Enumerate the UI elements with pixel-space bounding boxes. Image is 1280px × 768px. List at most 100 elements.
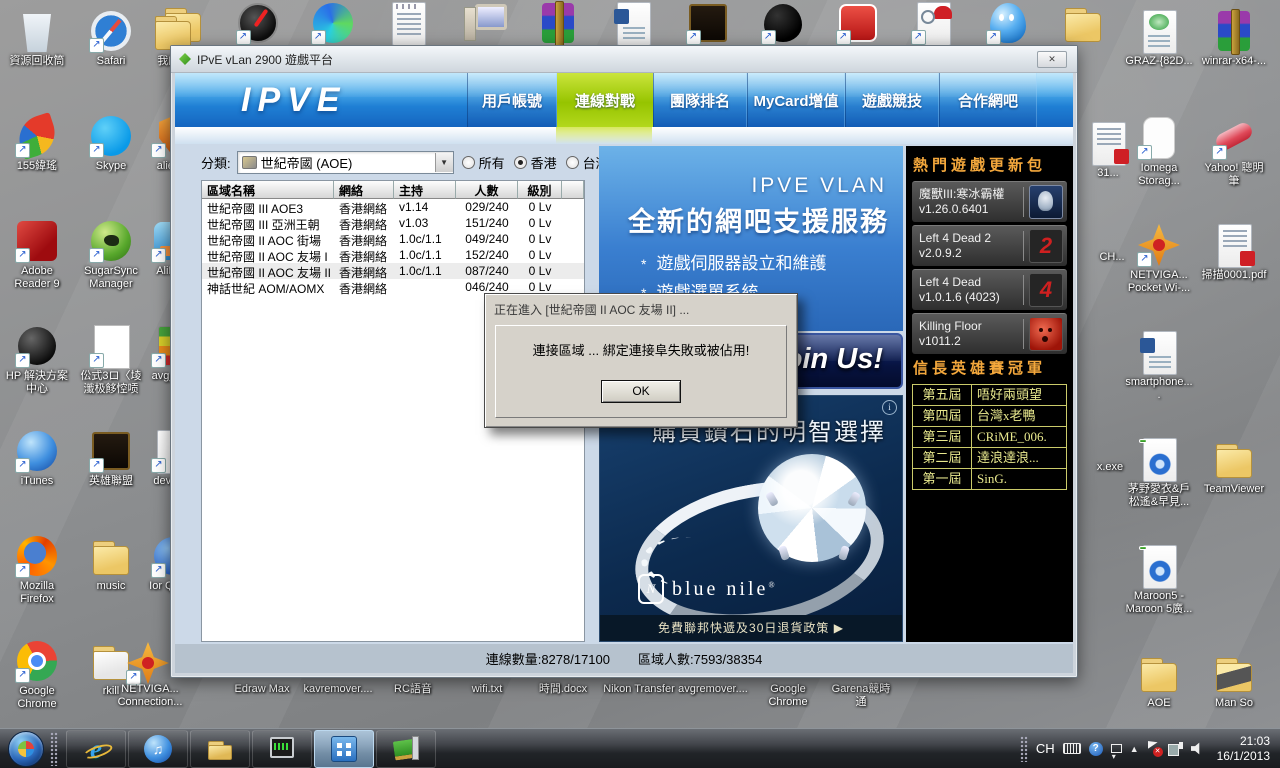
- desktop-icon[interactable]: iTunes: [2, 428, 72, 488]
- desktop-icon[interactable]: 掃描0001.pdf: [1199, 222, 1269, 282]
- desktop-icon[interactable]: 155緯瑤: [2, 113, 72, 173]
- tab-3[interactable]: 團隊排名: [653, 73, 747, 127]
- ranking-row: 第一屆SinG.: [913, 469, 1066, 489]
- desktop-icon-label: HP 解決方案 中心: [2, 370, 72, 396]
- desktop-icon[interactable]: TeamViewer: [1199, 436, 1269, 496]
- action-center-flag-icon[interactable]: [1147, 741, 1160, 756]
- taskbar-button[interactable]: [66, 730, 126, 768]
- desktop-icon[interactable]: GRAZ-{82D...: [1124, 8, 1194, 68]
- region-radio-label[interactable]: 香港: [531, 153, 557, 172]
- ad-footer-link[interactable]: 免費聯邦快遞及30日退貨政策 ▶: [600, 615, 902, 641]
- region-radio[interactable]: [566, 156, 579, 169]
- close-button[interactable]: ✕: [1037, 51, 1067, 68]
- server-row[interactable]: 世紀帝國 III 亞洲王朝香港網絡v1.03151/2400 Lv: [202, 215, 584, 231]
- ok-button[interactable]: OK: [601, 380, 681, 403]
- region-radio-label[interactable]: 所有: [479, 153, 505, 172]
- start-button[interactable]: [8, 731, 44, 767]
- column-header[interactable]: 區域名稱: [202, 181, 334, 199]
- taskbar-button[interactable]: [190, 730, 250, 768]
- server-cell: 世紀帝國 II AOC 友場 I: [202, 247, 334, 263]
- category-dropdown[interactable]: 世紀帝國 (AOE) ▼: [237, 151, 454, 174]
- server-row[interactable]: 世紀帝國 II AOC 友場 I香港網絡1.0c/1.1152/2400 Lv: [202, 247, 584, 263]
- desktop-icon[interactable]: 31...: [1078, 120, 1138, 180]
- desktop-icon[interactable]: HP 解決方案 中心: [2, 323, 72, 396]
- ranking-round: 第一屆: [913, 469, 972, 489]
- desktop-icon[interactable]: CH...: [1082, 250, 1142, 264]
- column-header[interactable]: 主持: [394, 181, 456, 199]
- tab-4[interactable]: MyCard增值: [747, 73, 845, 127]
- tab-5[interactable]: 遊戲競技: [845, 73, 939, 127]
- taskbar-button[interactable]: [252, 730, 312, 768]
- taskbar-grip: [50, 732, 58, 766]
- desktop-icon[interactable]: [1045, 0, 1120, 46]
- column-header[interactable]: [562, 181, 584, 199]
- game-update-card[interactable]: Left 4 Dead 2v2.0.9.2: [912, 225, 1067, 266]
- language-indicator[interactable]: CH: [1036, 741, 1055, 756]
- taskbar-button[interactable]: [376, 730, 436, 768]
- server-row[interactable]: 世紀帝國 II AOC 友場 II香港網絡1.0c/1.1087/2400 Lv: [202, 263, 584, 279]
- desktop-icon[interactable]: Adobe Reader 9: [2, 218, 72, 291]
- desktop-icon[interactable]: Man So: [1199, 650, 1269, 710]
- desktop-icon[interactable]: 伀式3ロ〈堎 瀸极䬷悾唝: [76, 323, 146, 396]
- show-hidden-icons-arrow[interactable]: ▲: [1130, 744, 1139, 754]
- tab-2[interactable]: 連線對戰: [557, 73, 653, 127]
- desktop-icon[interactable]: music: [76, 533, 146, 593]
- desktop-icon[interactable]: [595, 0, 670, 46]
- desktop-icon[interactable]: [820, 0, 895, 46]
- region-radio[interactable]: [514, 156, 527, 169]
- desktop-icon[interactable]: AOE: [1124, 650, 1194, 710]
- desktop-icon[interactable]: smartphone....: [1124, 329, 1194, 402]
- desktop-icon[interactable]: [745, 0, 820, 46]
- desktop-icon[interactable]: Google Chrome: [2, 638, 72, 711]
- taskbar-clock[interactable]: 21:03 16/1/2013: [1217, 734, 1270, 764]
- desktop-icon[interactable]: [520, 0, 595, 46]
- desktop-icon[interactable]: [370, 0, 445, 46]
- desktop-icon[interactable]: 英雄聯盟: [76, 428, 146, 488]
- desktop-icon[interactable]: Maroon5 - Maroon 5廣...: [1124, 543, 1194, 616]
- keyboard-icon[interactable]: [1063, 743, 1081, 754]
- desktop-icon[interactable]: SugarSync Manager: [76, 218, 146, 291]
- region-radio[interactable]: [462, 156, 475, 169]
- ranking-round: 第四屆: [913, 406, 972, 426]
- blue-nile-ad[interactable]: i 購買鑽石的明智選擇 N blue nile® 免費聯邦快遞及30日退貨政策 …: [599, 395, 903, 642]
- desktop-icon[interactable]: [895, 0, 970, 46]
- desktop-icon[interactable]: [295, 0, 370, 46]
- desktop-icon[interactable]: Yahoo! 聰明 筆: [1199, 115, 1269, 188]
- server-cell: 151/240: [456, 215, 518, 231]
- desktop-icon[interactable]: Safari: [76, 8, 146, 68]
- game-update-card[interactable]: Left 4 Deadv1.0.1.6 (4023): [912, 269, 1067, 310]
- dropdown-arrow-icon[interactable]: ▼: [435, 153, 453, 172]
- desktop-icon[interactable]: Mozilla Firefox: [2, 533, 72, 606]
- desktop-icon[interactable]: NETVIGA... Connection...: [105, 682, 195, 709]
- desktop-icon[interactable]: Skype: [76, 113, 146, 173]
- clock-time: 21:03: [1217, 734, 1270, 749]
- taskbar-button[interactable]: [314, 730, 374, 768]
- game-update-card[interactable]: 魔獸III:寒冰霸權v1.26.0.6401: [912, 181, 1067, 222]
- desktop-icon[interactable]: x.exe: [1080, 460, 1140, 474]
- game-update-card[interactable]: Killing Floorv1011.2: [912, 313, 1067, 354]
- ranking-row: 第五屆唔好兩頭望: [913, 385, 1066, 406]
- restore-window-icon[interactable]: [1111, 744, 1122, 753]
- desktop-icon[interactable]: 資源回收筒: [2, 8, 72, 68]
- desktop-icon[interactable]: [220, 0, 295, 46]
- taskbar-button[interactable]: [128, 730, 188, 768]
- desktop-icon[interactable]: [445, 0, 520, 46]
- desktop-icon-label: NETVIGA... Pocket Wi-...: [1124, 269, 1194, 295]
- desktop-icon[interactable]: Garena競時 通: [816, 682, 906, 709]
- server-row[interactable]: 世紀帝國 III AOE3香港網絡v1.14029/2400 Lv: [202, 199, 584, 215]
- help-icon[interactable]: ?: [1089, 742, 1103, 756]
- tab-1[interactable]: 用戶帳號: [467, 73, 557, 127]
- column-header[interactable]: 人數: [456, 181, 518, 199]
- server-row[interactable]: 世紀帝國 II AOC 街場香港網絡1.0c/1.1049/2400 Lv: [202, 231, 584, 247]
- column-header[interactable]: 網絡: [334, 181, 394, 199]
- network-tray-icon[interactable]: [1168, 742, 1183, 756]
- desktop-icon[interactable]: winrar-x64-...: [1199, 8, 1269, 68]
- volume-icon[interactable]: [1191, 742, 1205, 755]
- firefox-icon: [14, 533, 60, 579]
- window-titlebar[interactable]: IPvE vLan 2900 遊戲平台 ✕: [171, 46, 1077, 73]
- desktop-icon[interactable]: [970, 0, 1045, 46]
- column-header[interactable]: 級別: [518, 181, 562, 199]
- tab-6[interactable]: 合作網吧: [939, 73, 1037, 127]
- desktop-icon[interactable]: [118, 640, 178, 686]
- desktop-icon[interactable]: [670, 0, 745, 46]
